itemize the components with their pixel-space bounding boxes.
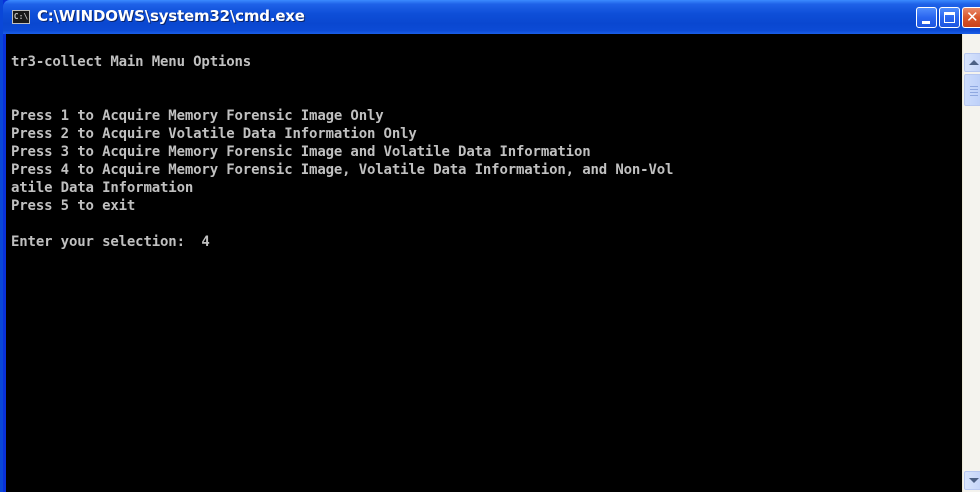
window-title: C:\WINDOWS\system32\cmd.exe xyxy=(37,7,305,25)
close-button[interactable]: ✕ xyxy=(962,7,980,28)
cmd-window: C:\ C:\WINDOWS\system32\cmd.exe ✕ tr3-co… xyxy=(0,0,980,492)
scroll-up-icon xyxy=(969,60,979,65)
scroll-down-icon xyxy=(969,478,979,483)
scroll-thumb[interactable] xyxy=(964,74,980,106)
scroll-down-button[interactable] xyxy=(964,471,980,490)
console-text: tr3-collect Main Menu Options Press 1 to … xyxy=(11,53,673,251)
console-line: atile Data Information xyxy=(11,180,194,196)
console-output[interactable]: tr3-collect Main Menu Options Press 1 to … xyxy=(6,34,962,492)
grip-line xyxy=(970,92,978,93)
console-line: Press 3 to Acquire Memory Forensic Image… xyxy=(11,144,591,160)
console-line: Press 2 to Acquire Volatile Data Informa… xyxy=(11,126,417,142)
scroll-up-button[interactable] xyxy=(964,53,980,72)
close-icon: ✕ xyxy=(966,8,979,26)
title-bar[interactable]: C:\ C:\WINDOWS\system32\cmd.exe ✕ xyxy=(3,0,980,34)
console-line: tr3-collect Main Menu Options xyxy=(11,54,252,70)
cmd-icon-text: C:\ xyxy=(13,12,29,21)
minimize-button[interactable] xyxy=(916,7,937,28)
console-prompt-line: Enter your selection: 4 xyxy=(11,234,210,250)
grip-line xyxy=(970,89,978,90)
grip-line xyxy=(970,86,978,87)
cmd-icon[interactable]: C:\ xyxy=(12,10,30,24)
minimize-icon xyxy=(922,21,930,24)
grip-line xyxy=(970,95,978,96)
console-line: Press 4 to Acquire Memory Forensic Image… xyxy=(11,162,674,178)
console-line: Press 5 to exit xyxy=(11,198,136,214)
maximize-icon xyxy=(944,12,955,23)
console-line: Press 1 to Acquire Memory Forensic Image… xyxy=(11,108,384,124)
maximize-button[interactable] xyxy=(939,7,960,28)
vertical-scrollbar[interactable] xyxy=(962,34,980,492)
